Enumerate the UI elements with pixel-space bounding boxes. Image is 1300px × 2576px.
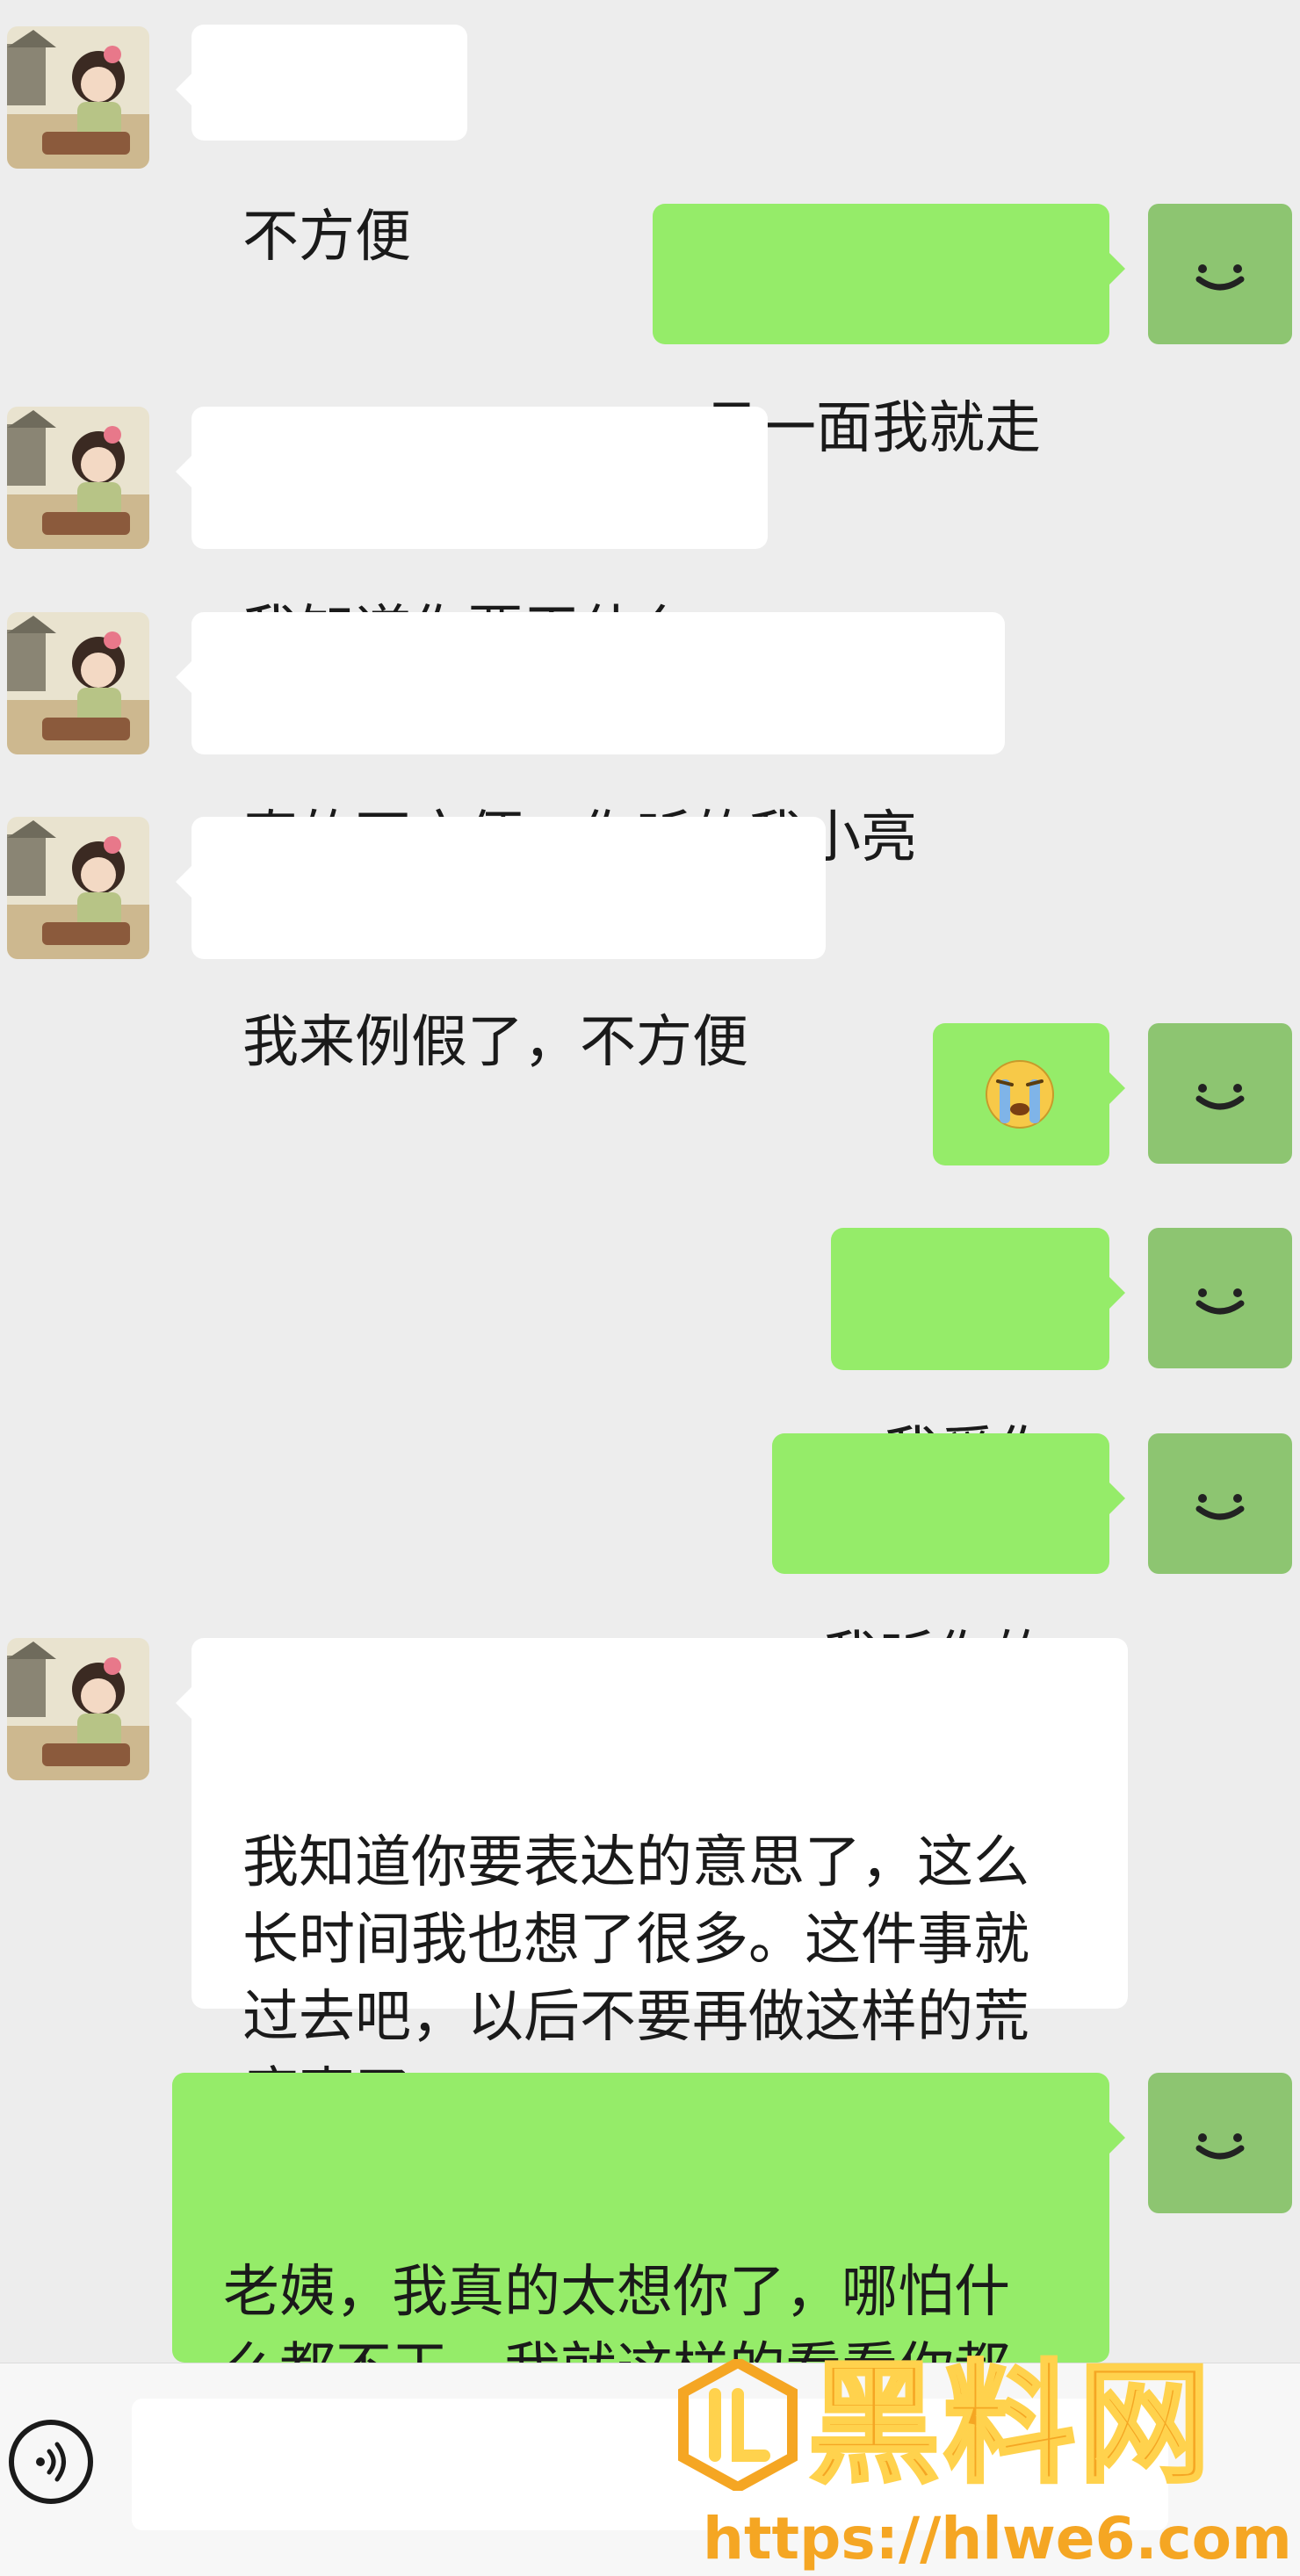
watermark-logo-icon	[676, 2359, 799, 2491]
incoming-message-bubble[interactable]: 我知道你要干什么	[176, 407, 768, 665]
outgoing-message-bubble[interactable]: 见一面我就走	[653, 204, 1125, 461]
incoming-message-bubble[interactable]: 真的不方便，你听的我小亮	[176, 612, 1005, 870]
incoming-message-bubble[interactable]: 我知道你要表达的意思了，这么 长时间我也想了很多。这件事就 过去吧，以后不要再做…	[176, 1638, 1128, 2127]
voice-icon[interactable]	[9, 2420, 93, 2504]
outgoing-message-bubble[interactable]: 我听你的	[772, 1433, 1125, 1691]
contact-avatar-image	[7, 612, 149, 754]
watermark: 黑料网 https://hlwe6.com	[676, 2349, 1292, 2575]
outgoing-emoji-bubble[interactable]	[933, 1023, 1125, 1165]
incoming-message-bubble[interactable]: 我来例假了，不方便	[176, 817, 826, 1075]
message-text: 不方便	[242, 205, 411, 270]
watermark-title: 黑料网	[806, 2349, 1215, 2501]
outgoing-message-bubble[interactable]: 老姨，我真的太想你了，哪怕什 么都不干，我就这样的看看你都 行	[172, 2073, 1125, 2479]
smile-face-icon	[1195, 1288, 1245, 1315]
self-avatar[interactable]	[1148, 204, 1292, 344]
smile-face-icon	[1195, 2133, 1245, 2160]
smile-face-icon	[1195, 1494, 1245, 1520]
contact-avatar[interactable]	[7, 26, 149, 169]
smile-face-icon	[1195, 264, 1245, 291]
contact-avatar[interactable]	[7, 612, 149, 754]
contact-avatar-image	[7, 407, 149, 549]
contact-avatar[interactable]	[7, 817, 149, 959]
watermark-url: https://hlwe6.com	[703, 2505, 1292, 2572]
incoming-message-bubble[interactable]: 不方便	[176, 25, 467, 270]
contact-avatar-image	[7, 1638, 149, 1780]
self-avatar[interactable]	[1148, 1433, 1292, 1574]
self-avatar[interactable]	[1148, 1228, 1292, 1368]
contact-avatar-image	[7, 817, 149, 959]
contact-avatar[interactable]	[7, 1638, 149, 1780]
contact-avatar[interactable]	[7, 407, 149, 549]
contact-avatar-image	[7, 26, 149, 169]
self-avatar[interactable]	[1148, 2073, 1292, 2213]
message-text: 我来例假了，不方便	[242, 1010, 748, 1075]
crying-face-emoji-icon	[986, 1060, 1054, 1129]
self-avatar[interactable]	[1148, 1023, 1292, 1164]
outgoing-message-bubble[interactable]: 我爱你	[831, 1228, 1125, 1486]
smile-face-icon	[1195, 1084, 1245, 1110]
